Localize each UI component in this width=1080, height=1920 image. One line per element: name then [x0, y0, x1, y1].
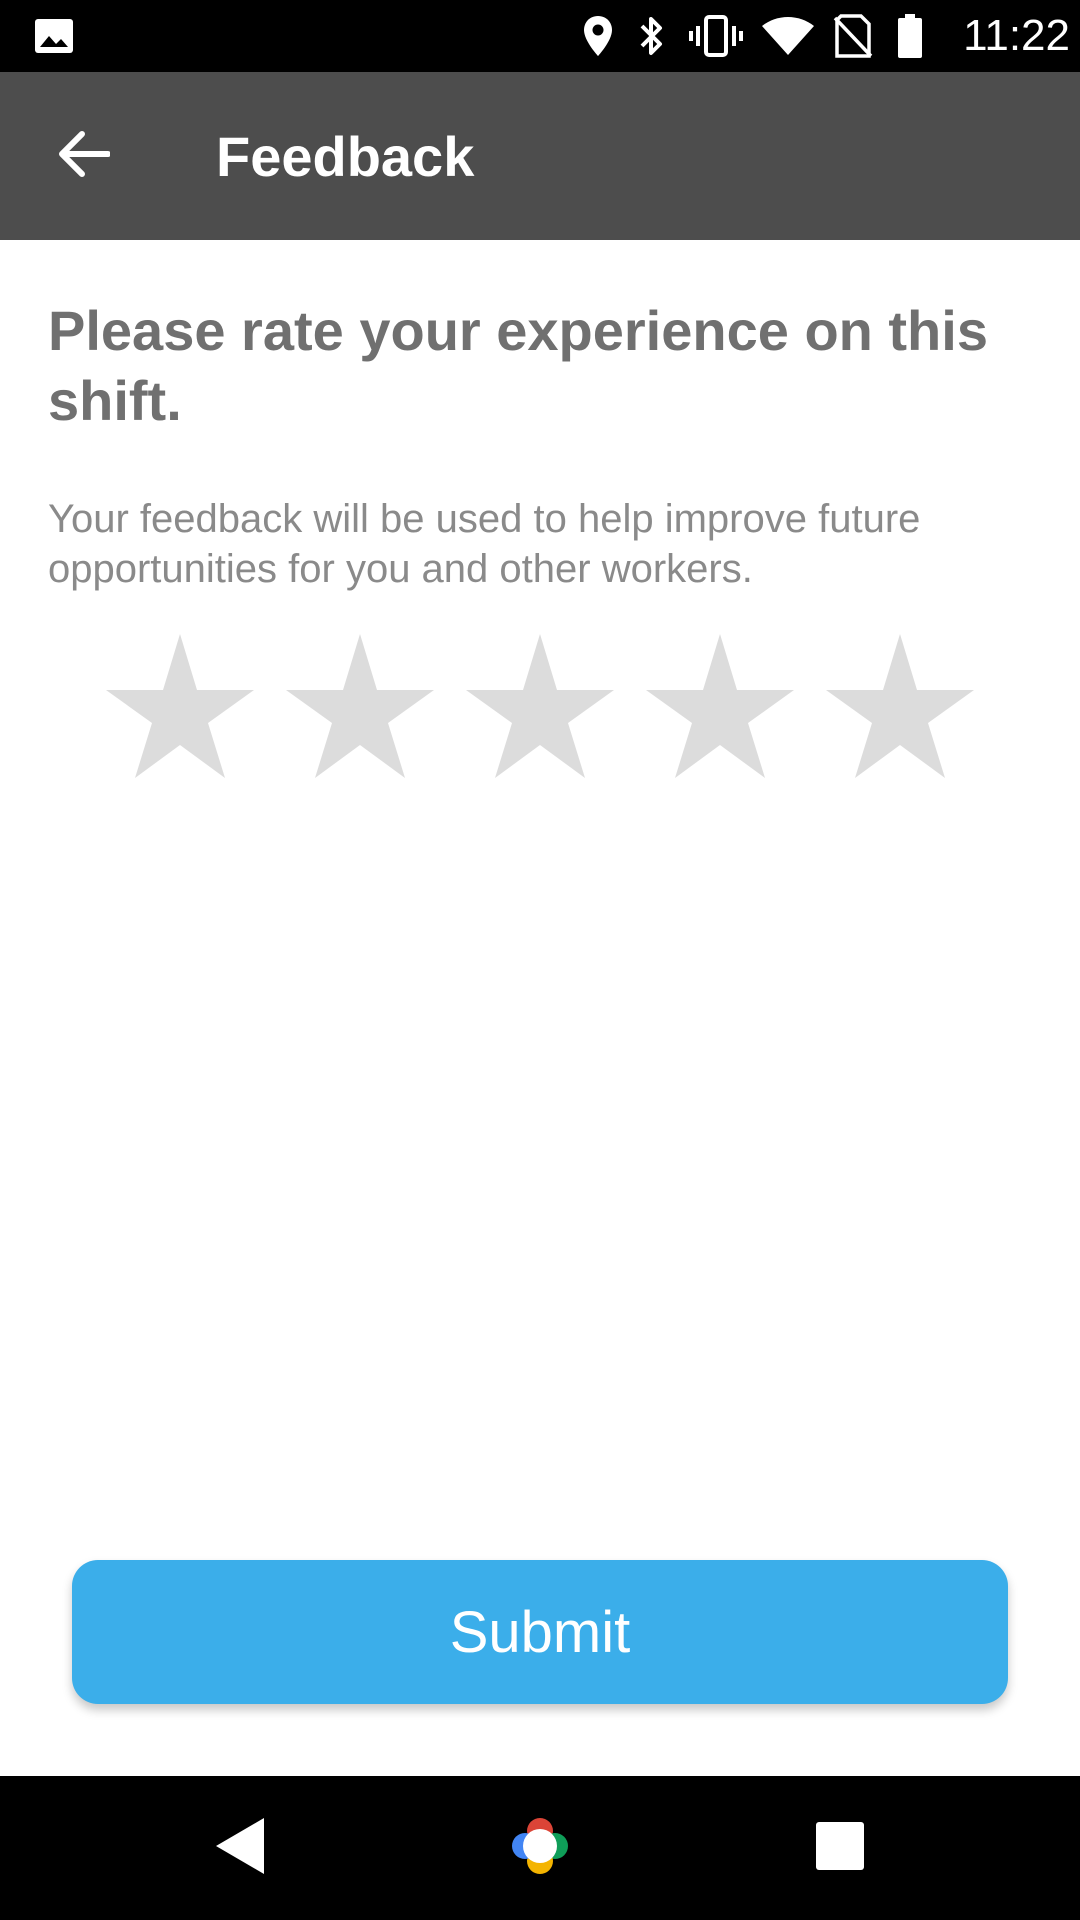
nav-back-icon	[212, 1816, 268, 1881]
nav-recents-icon	[815, 1821, 865, 1876]
nav-recents-button[interactable]	[800, 1808, 880, 1888]
submit-button[interactable]: Submit	[72, 1560, 1008, 1704]
nav-back-button[interactable]	[200, 1808, 280, 1888]
status-time: 11:22	[963, 11, 1070, 60]
arrow-back-icon	[58, 130, 111, 182]
star-4-button[interactable]	[644, 632, 796, 787]
location-icon	[576, 12, 620, 60]
star-1-button[interactable]	[104, 632, 256, 787]
navigation-bar	[0, 1776, 1080, 1920]
page-title: Feedback	[216, 124, 475, 188]
back-button[interactable]	[40, 116, 128, 196]
app-bar: Feedback	[0, 72, 1080, 240]
no-sim-icon	[830, 12, 876, 60]
star-5-button[interactable]	[824, 632, 976, 787]
bluetooth-icon	[632, 12, 672, 60]
vibrate-icon	[686, 12, 746, 60]
star-icon	[824, 632, 976, 787]
star-rating	[104, 632, 976, 787]
star-3-button[interactable]	[464, 632, 616, 787]
star-icon	[464, 632, 616, 787]
wifi-icon	[760, 12, 816, 60]
star-icon	[104, 632, 256, 787]
rating-heading: Please rate your experience on this shif…	[48, 299, 988, 432]
gallery-icon	[30, 12, 78, 60]
battery-icon	[892, 12, 928, 60]
nav-home-button[interactable]	[500, 1808, 580, 1888]
status-bar: 11:22	[0, 0, 1080, 72]
nav-home-icon	[505, 1811, 575, 1886]
star-2-button[interactable]	[284, 632, 436, 787]
star-icon	[644, 632, 796, 787]
star-icon	[284, 632, 436, 787]
rating-description: Your feedback will be used to help impro…	[48, 497, 921, 591]
